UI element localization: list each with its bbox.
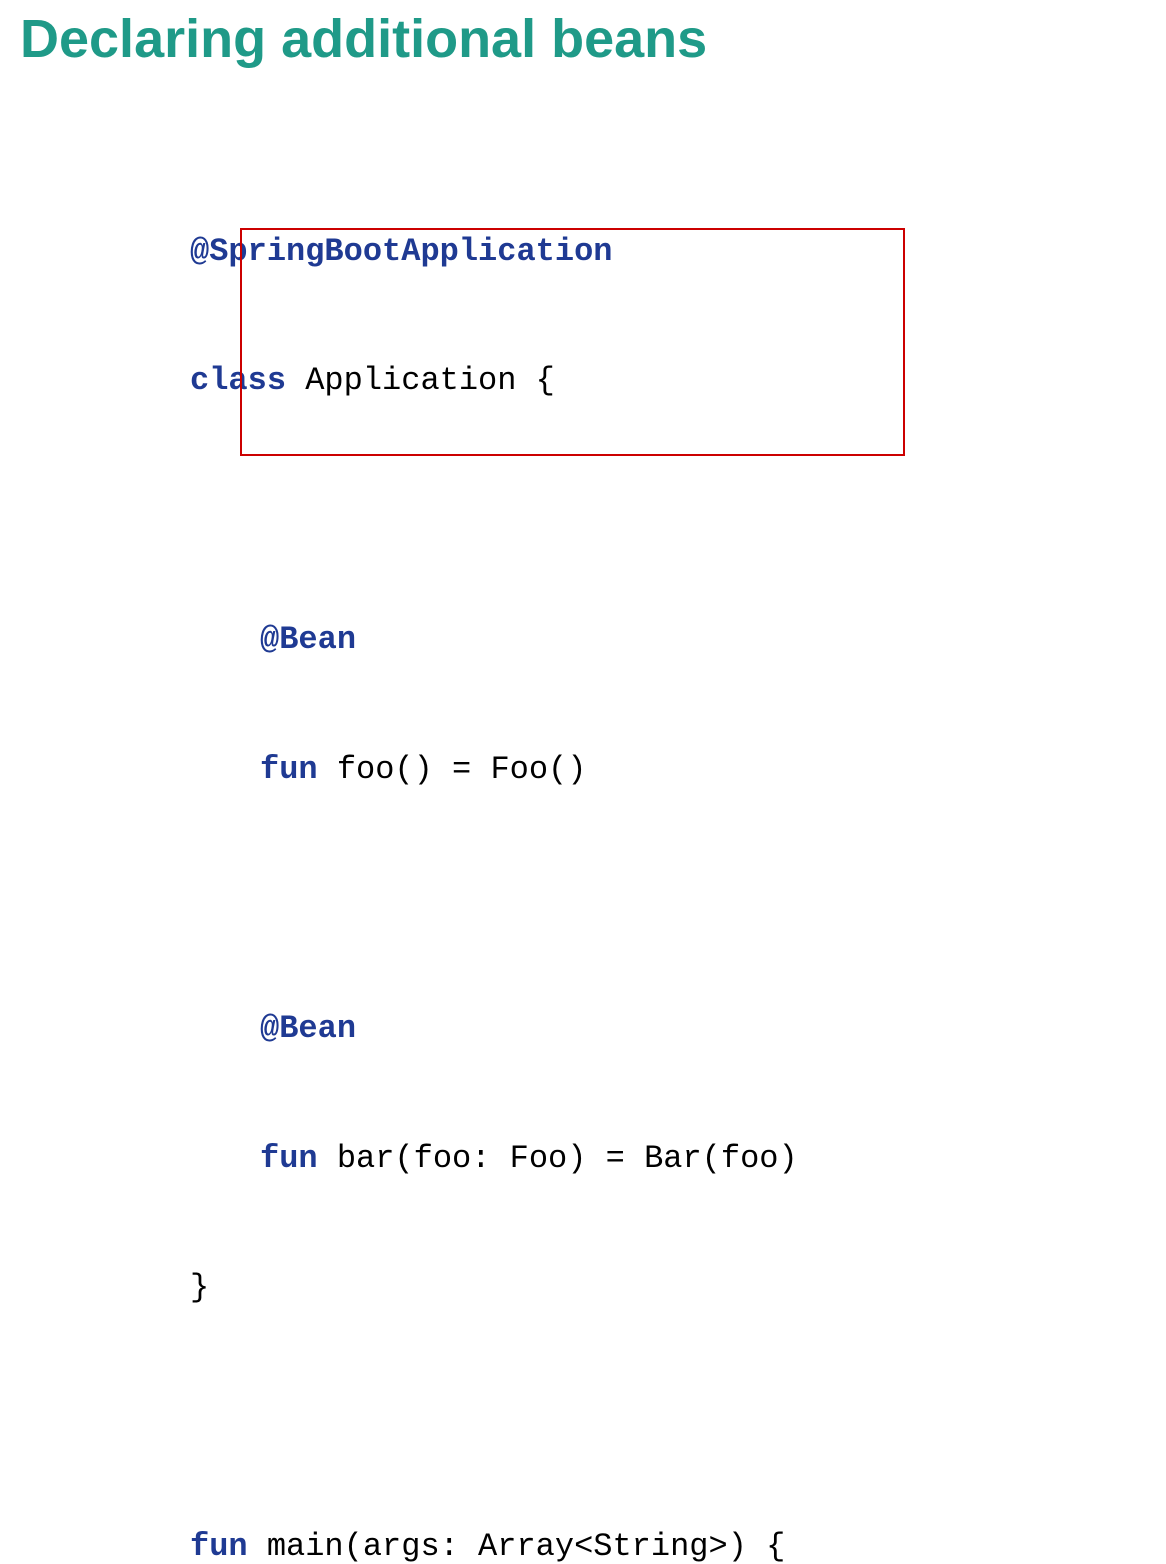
keyword-fun-3: fun bbox=[190, 1528, 248, 1564]
keyword-class: class bbox=[190, 362, 286, 399]
code-block: @SpringBootApplication class Application… bbox=[0, 100, 1166, 1564]
annotation-bean-1: @Bean bbox=[260, 621, 356, 658]
close-brace-1: } bbox=[190, 1269, 209, 1306]
foo-definition: foo() = Foo() bbox=[318, 751, 587, 788]
class-name: Application { bbox=[286, 362, 555, 399]
keyword-fun-1: fun bbox=[260, 751, 318, 788]
slide-title: Declaring additional beans bbox=[0, 0, 1166, 100]
main-signature: main(args: Array<String>) { bbox=[248, 1528, 786, 1564]
annotation-springboot: @SpringBootApplication bbox=[190, 233, 612, 270]
keyword-fun-2: fun bbox=[260, 1140, 318, 1177]
bar-definition: bar(foo: Foo) = Bar(foo) bbox=[318, 1140, 798, 1177]
annotation-bean-2: @Bean bbox=[260, 1010, 356, 1047]
